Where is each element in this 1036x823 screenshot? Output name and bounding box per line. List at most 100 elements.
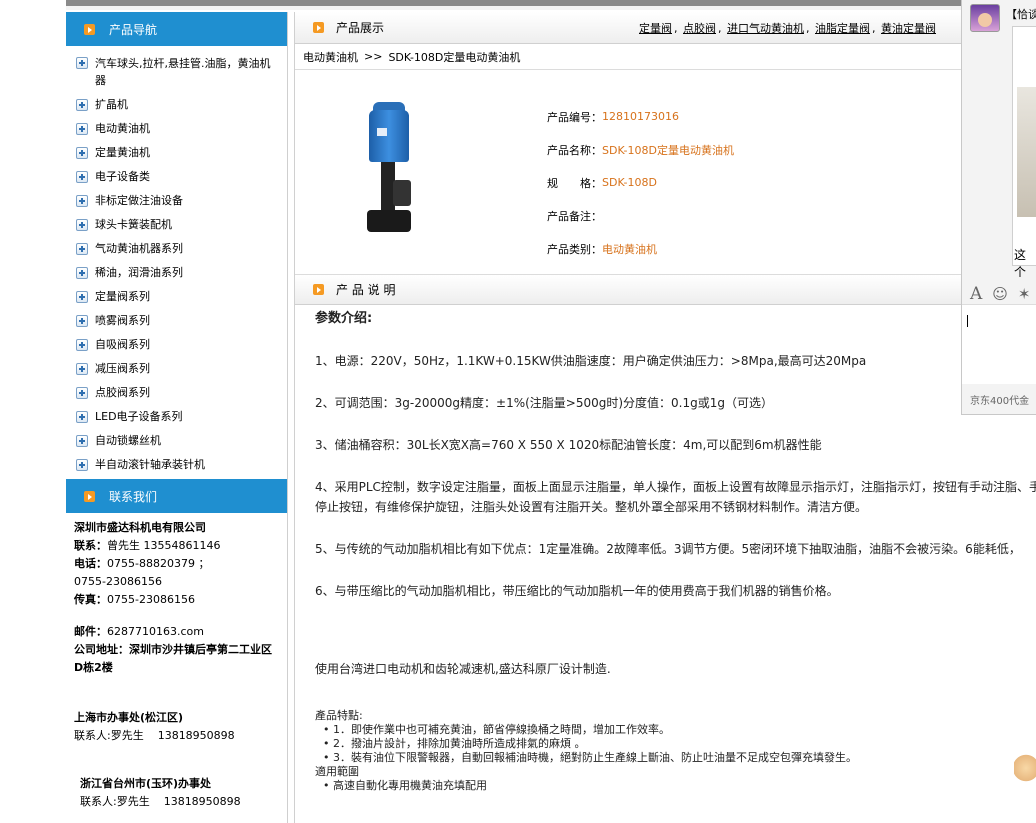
floating-decoration[interactable] <box>1014 752 1036 786</box>
related-link[interactable]: 点胶阀 <box>683 22 716 35</box>
nav-item-label[interactable]: 自动锁螺丝机 <box>95 433 161 449</box>
zhejiang-office-title: 浙江省台州市(玉环)办事处 <box>80 777 212 790</box>
spec-label: 产品备注： <box>547 209 602 223</box>
fax-label: 传真： <box>74 593 107 606</box>
nav-item[interactable]: 汽车球头,拉杆,悬挂管.油脂，黄油机器 <box>66 51 287 93</box>
nav-item[interactable]: 扩晶机 <box>66 93 287 117</box>
nav-item[interactable]: 电动黄油机 <box>66 117 287 141</box>
spec-label: 产品编号： <box>547 110 602 124</box>
nav-item-label[interactable]: LED电子设备系列 <box>95 409 183 425</box>
nav-item-label[interactable]: 气动黄油机器系列 <box>95 241 183 257</box>
breadcrumb-category[interactable]: 电动黄油机 <box>303 49 358 65</box>
spec-value: SDK-108D定量电动黄油机 <box>602 143 734 157</box>
spec-row-category: 产品类别： 电动黄油机 <box>547 232 734 265</box>
features-list: 產品特點: • 1．即使作業中也可補充黄油，節省停線換桶之時間，增加工作效率。 … <box>315 709 1036 793</box>
breadcrumb: 电动黄油机 >> SDK-108D定量电动黄油机 <box>295 44 1036 70</box>
plus-icon <box>76 171 88 183</box>
usage-title: 適用範圍 <box>315 765 359 778</box>
nav-item[interactable]: 半自动滚针轴承装针机 <box>66 453 287 477</box>
arrow-icon <box>313 284 324 295</box>
chat-widget: 【恰谈 这个 A ☺ ✶ 京东400代金 <box>961 0 1036 415</box>
company-name: 深圳市盛达科机电有限公司 <box>74 521 206 534</box>
description-header: 产 品 说 明 <box>295 275 1036 305</box>
emoji-icon[interactable]: ☺ <box>992 285 1008 303</box>
sidebar: 产品导航 汽车球头,拉杆,悬挂管.油脂，黄油机器 扩晶机 电动黄油机 定量黄油机… <box>66 12 288 823</box>
nav-item[interactable]: 点胶阀系列 <box>66 381 287 405</box>
related-link[interactable]: 进口气动黄油机 <box>727 22 804 35</box>
nav-item[interactable]: 自动锁螺丝机 <box>66 429 287 453</box>
contact-info: 深圳市盛达科机电有限公司 联系：曾先生 13554861146 电话：0755-… <box>66 513 287 811</box>
fax-value: 0755-23086156 <box>107 593 195 606</box>
phone-value: 0755-88820379 ； <box>107 557 210 570</box>
spec-label: 产品类别： <box>547 242 602 256</box>
related-link[interactable]: 油脂定量阀 <box>815 22 870 35</box>
related-link[interactable]: 黄油定量阀 <box>881 22 936 35</box>
nav-item[interactable]: 球头卡簧装配机 <box>66 213 287 237</box>
nav-item[interactable]: 非标定做注油设备 <box>66 189 287 213</box>
address-label: 公司地址： <box>74 643 129 656</box>
nav-item-label[interactable]: 减压阀系列 <box>95 361 150 377</box>
nav-item-label[interactable]: 非标定做注油设备 <box>95 193 183 209</box>
chat-input[interactable] <box>962 304 1036 384</box>
nav-item-label[interactable]: 电动黄油机 <box>95 121 150 137</box>
chat-image[interactable] <box>1017 87 1036 217</box>
nav-item-label[interactable]: 汽车球头,拉杆,悬挂管.油脂，黄油机器 <box>95 55 281 89</box>
plus-icon <box>76 459 88 471</box>
plus-icon <box>76 363 88 375</box>
nav-item[interactable]: 气动黄油机器系列 <box>66 237 287 261</box>
features-title: 產品特點: <box>315 709 363 722</box>
nav-item-label[interactable]: 扩晶机 <box>95 97 128 113</box>
related-link[interactable]: 定量阀 <box>639 22 672 35</box>
more-icon[interactable]: ✶ <box>1018 285 1031 303</box>
spec-label: 产品名称： <box>547 143 602 157</box>
description-body: 参数介绍: 1、电源：220V，50Hz，1.1KW+0.15KW供油脂速度：用… <box>295 305 1036 793</box>
nav-item[interactable]: 自吸阀系列 <box>66 333 287 357</box>
spec-row-model: 规 格： SDK-108D <box>547 166 734 199</box>
nav-item[interactable]: 稀油，润滑油系列 <box>66 261 287 285</box>
nav-item-label[interactable]: 定量黄油机 <box>95 145 150 161</box>
nav-item-label[interactable]: 喷雾阀系列 <box>95 313 150 329</box>
description-title: 产 品 说 明 <box>336 283 396 297</box>
nav-item-label[interactable]: 稀油，润滑油系列 <box>95 265 183 281</box>
nav-item-label[interactable]: 半自动滚针轴承装针机 <box>95 457 205 473</box>
spec-label: 规 格： <box>547 176 602 190</box>
phone-label: 电话： <box>74 557 107 570</box>
nav-item-label[interactable]: 球头卡簧装配机 <box>95 217 172 233</box>
desc-paragraph: 1、电源：220V，50Hz，1.1KW+0.15KW供油脂速度：用户确定供油压… <box>315 354 867 368</box>
desc-paragraph: 5、与传统的气动加脂机相比有如下优点：1定量准确。2故障率低。3调节方便。5密闭… <box>315 542 1021 556</box>
shanghai-office-contact: 联系人:罗先生 13818950898 <box>74 729 235 742</box>
main-panel: 产品展示 定量阀, 点胶阀, 进口气动黄油机, 油脂定量阀, 黄油定量阀 电动黄… <box>294 12 1036 823</box>
plus-icon <box>76 339 88 351</box>
nav-item[interactable]: 定量阀系列 <box>66 285 287 309</box>
nav-item-label[interactable]: 电子设备类 <box>95 169 150 185</box>
chat-message: 这个 <box>1014 248 1027 279</box>
plus-icon <box>76 291 88 303</box>
product-image[interactable] <box>363 100 415 240</box>
arrow-icon <box>84 23 95 35</box>
nav-item[interactable]: 喷雾阀系列 <box>66 309 287 333</box>
font-icon[interactable]: A <box>970 284 982 304</box>
zhejiang-office-contact: 联系人:罗先生 13818950898 <box>80 795 241 808</box>
nav-item-label[interactable]: 定量阀系列 <box>95 289 150 305</box>
nav-item[interactable]: 定量黄油机 <box>66 141 287 165</box>
nav-item[interactable]: LED电子设备系列 <box>66 405 287 429</box>
nav-item-label[interactable]: 自吸阀系列 <box>95 337 150 353</box>
intro-heading: 参数介绍: <box>315 311 373 326</box>
nav-item[interactable]: 电子设备类 <box>66 165 287 189</box>
avatar[interactable] <box>970 4 1000 32</box>
nav-item[interactable]: 减压阀系列 <box>66 357 287 381</box>
plus-icon <box>76 123 88 135</box>
feature-item: • 1．即使作業中也可補充黄油，節省停線換桶之時間，增加工作效率。 <box>323 723 670 736</box>
arrow-icon <box>84 490 95 502</box>
plus-icon <box>76 147 88 159</box>
shanghai-office-title: 上海市办事处(松江区) <box>74 711 184 724</box>
plus-icon <box>76 267 88 279</box>
plus-icon <box>76 219 88 231</box>
nav-item-label[interactable]: 点胶阀系列 <box>95 385 150 401</box>
contact-label: 联系： <box>74 539 107 552</box>
spec-value[interactable]: 电动黄油机 <box>602 241 657 257</box>
email-value[interactable]: 6287710163.com <box>107 625 204 638</box>
feature-item: • 2．撥油片設計，排除加黄油時所造成排氣的麻煩 。 <box>323 737 586 750</box>
nav-title: 产品导航 <box>109 22 158 37</box>
desc-paragraph: 3、储油桶容积：30L长X宽X高=760 X 550 X 1020标配油管长度：… <box>315 438 822 452</box>
